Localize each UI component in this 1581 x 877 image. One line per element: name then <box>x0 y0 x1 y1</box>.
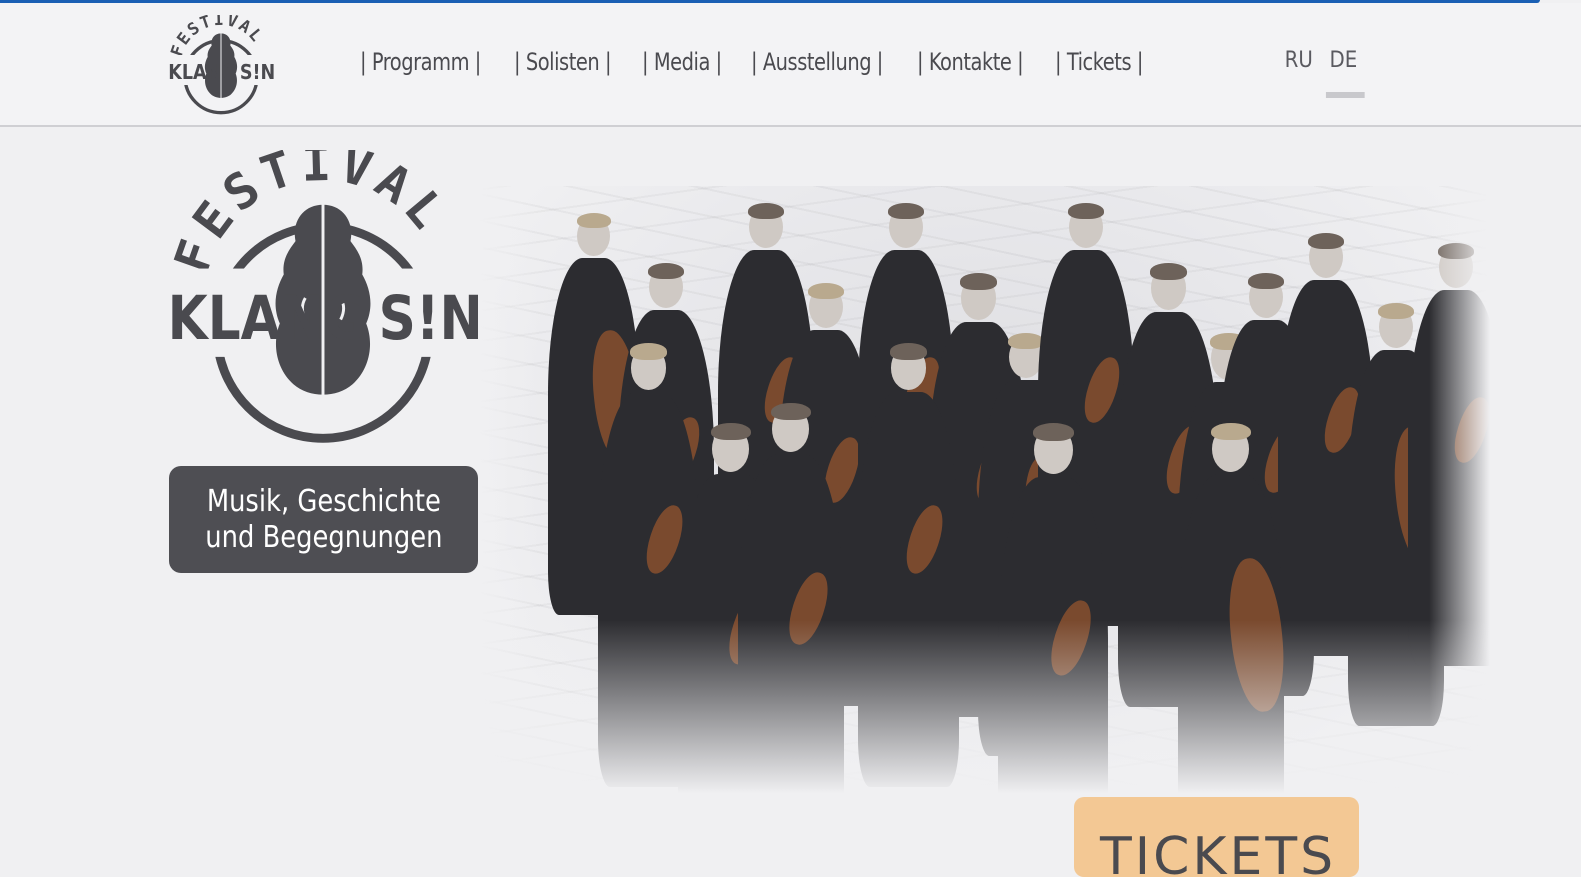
svg-text:KLANG: KLANG <box>168 60 235 85</box>
nav-ausstellung[interactable]: | Ausstellung | <box>751 48 883 76</box>
svg-text:KLANG: KLANG <box>168 284 367 354</box>
svg-text:S!NN: S!NN <box>379 284 480 354</box>
tickets-button[interactable]: TICKETS <box>1074 797 1359 877</box>
lang-ru[interactable]: RU <box>1285 48 1313 73</box>
nav-solisten[interactable]: | Solisten | <box>514 48 612 76</box>
main-nav: | Programm | | Solisten | | Media | | Au… <box>360 48 1153 76</box>
hero-logo: FESTIVAL KLANG S!NN <box>166 150 480 443</box>
ensemble-photo <box>478 186 1490 806</box>
language-switcher: RU DE <box>1283 48 1365 98</box>
tickets-button-label: TICKETS <box>1100 827 1337 877</box>
nav-tickets[interactable]: | Tickets | <box>1055 48 1143 76</box>
tagline-box: Musik, Geschichte und Begegnungen <box>169 466 478 573</box>
nav-media[interactable]: | Media | <box>642 48 722 76</box>
photo-fade <box>478 186 1490 806</box>
lang-de[interactable]: DE <box>1326 48 1365 98</box>
tagline-text: Musik, Geschichte und Begegnungen <box>204 483 443 555</box>
site-header: FESTIVAL KLANG S!NN | Programm | | Solis… <box>0 3 1581 127</box>
svg-text:S!NN: S!NN <box>240 60 275 85</box>
nav-kontakte[interactable]: | Kontakte | <box>917 48 1024 76</box>
header-logo[interactable]: FESTIVAL KLANG S!NN <box>167 15 275 115</box>
nav-programm[interactable]: | Programm | <box>360 48 481 76</box>
